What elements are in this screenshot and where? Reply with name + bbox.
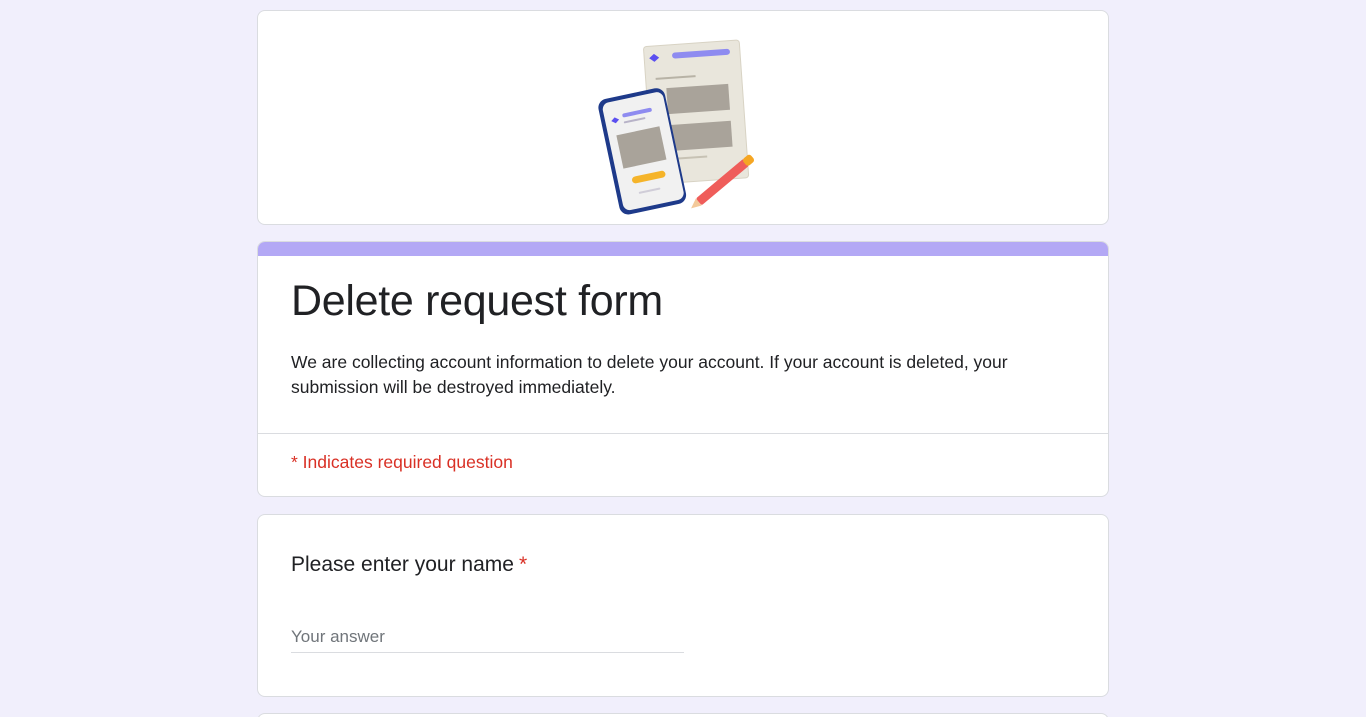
- question-title-text: Please enter your name: [291, 553, 514, 576]
- form-description: We are collecting account information to…: [291, 352, 1008, 397]
- form-title: Delete request form: [291, 277, 663, 325]
- form-illustration-icon: [598, 39, 755, 215]
- header-image-card: [257, 10, 1109, 225]
- divider: [258, 433, 1108, 434]
- question-title: Please enter your name *: [291, 551, 527, 579]
- form-title-card: Delete request form We are collecting ac…: [257, 241, 1109, 497]
- required-question-note: * Indicates required question: [291, 452, 513, 472]
- accent-bar: [258, 242, 1108, 256]
- form-page: Delete request form We are collecting ac…: [0, 0, 1366, 717]
- required-asterisk: *: [518, 553, 528, 576]
- name-answer-input[interactable]: [291, 621, 684, 653]
- next-question-card: [257, 713, 1109, 717]
- question-card-name: Please enter your name *: [257, 514, 1109, 697]
